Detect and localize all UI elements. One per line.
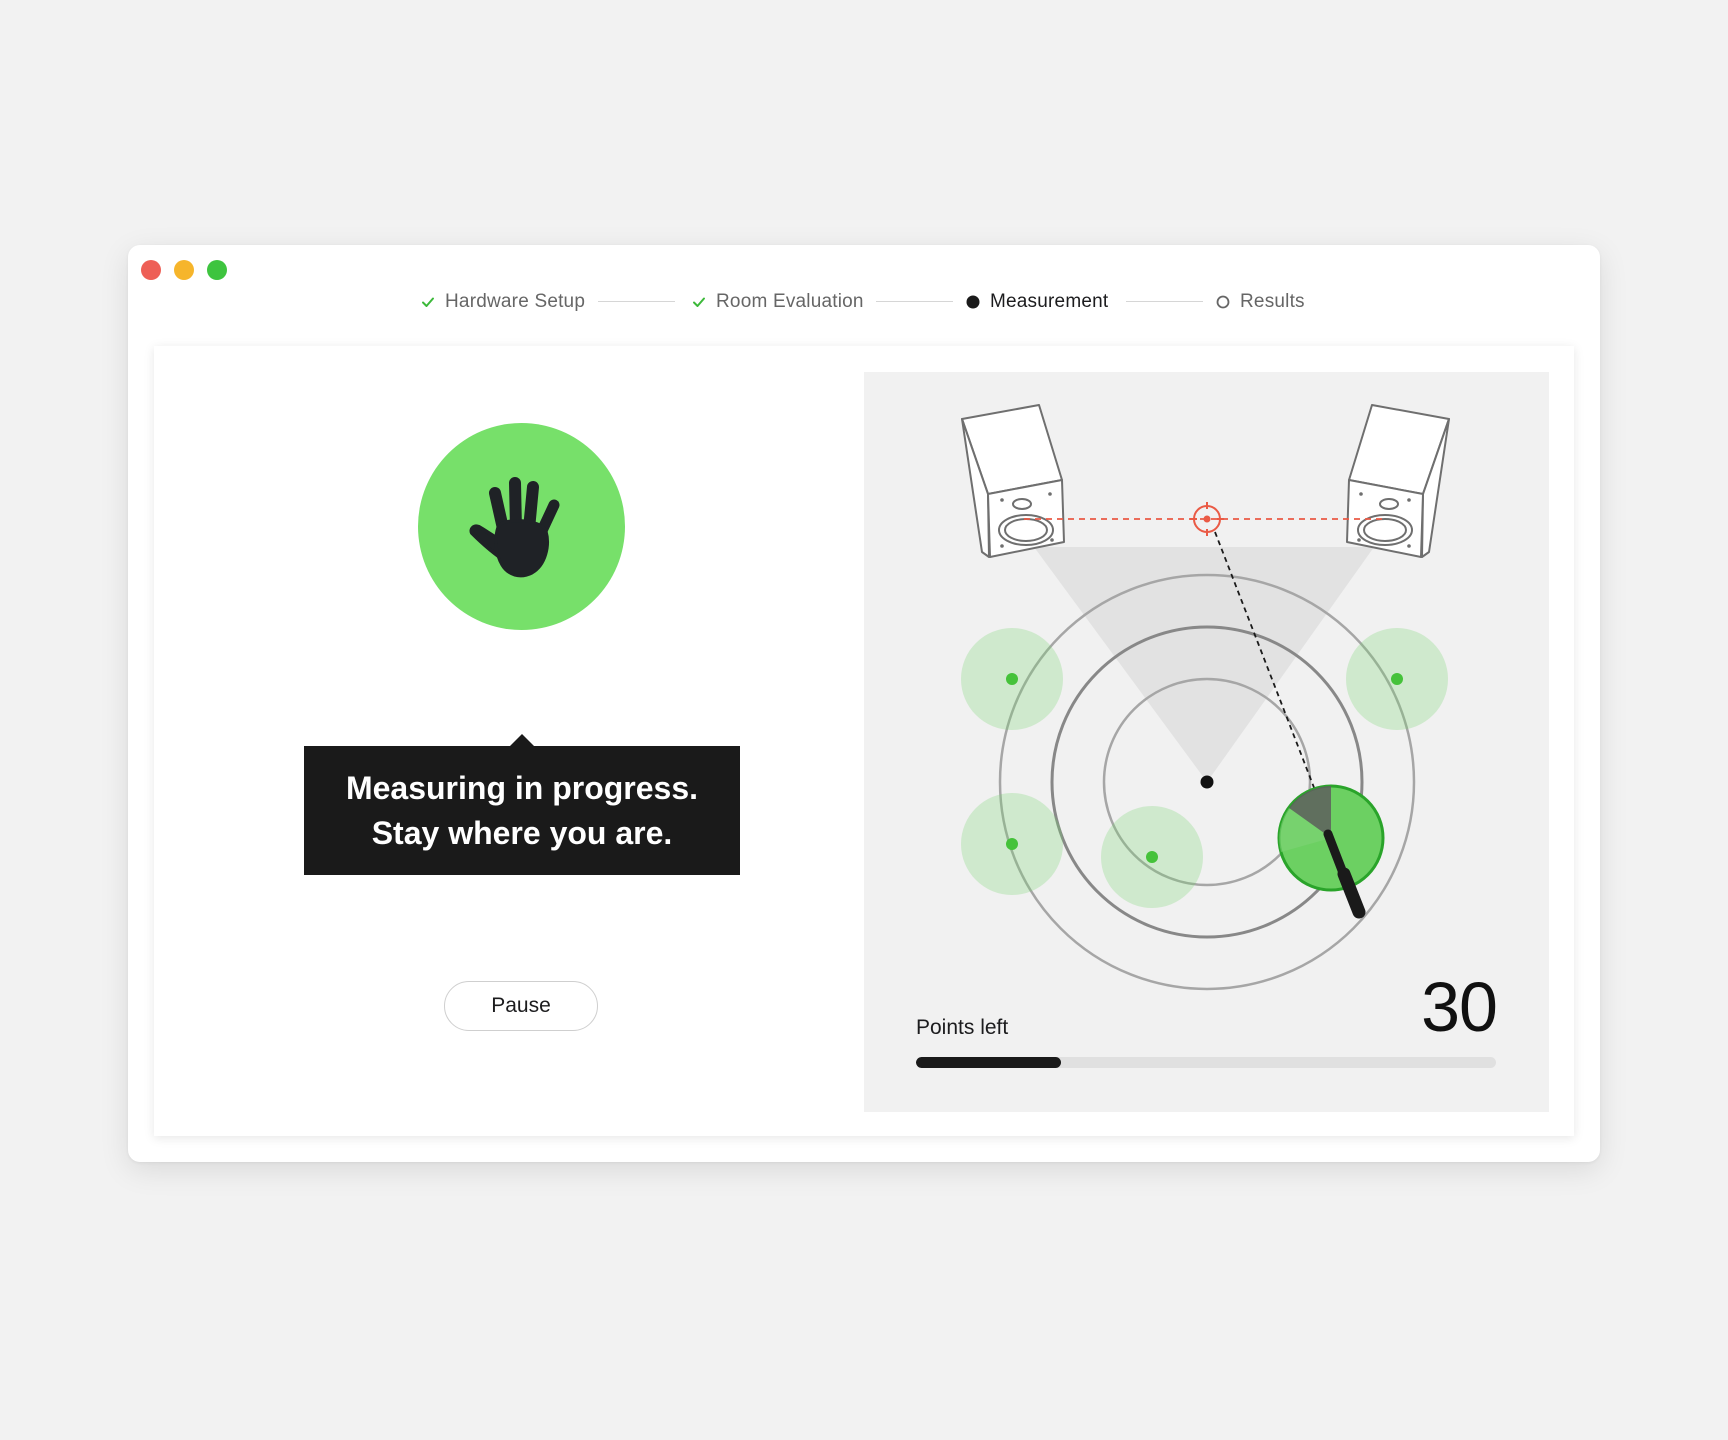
close-window-button[interactable] xyxy=(141,260,161,280)
measured-point-dot xyxy=(1006,673,1018,685)
status-message-line2: Stay where you are. xyxy=(371,814,673,851)
step-connector xyxy=(876,301,953,302)
measurement-progress-bar xyxy=(916,1057,1496,1068)
measurement-progress-fill xyxy=(916,1057,1061,1068)
zoom-window-button[interactable] xyxy=(207,260,227,280)
pause-button[interactable]: Pause xyxy=(444,981,598,1031)
step-measurement[interactable]: Measurement xyxy=(964,285,1108,319)
measurement-map: Points left 30 xyxy=(864,372,1549,1112)
progress-stepper: Hardware Setup Room Evaluation Measureme… xyxy=(128,285,1600,319)
step-label: Room Evaluation xyxy=(716,291,864,312)
main-content: Measuring in progress. Stay where you ar… xyxy=(154,346,1574,1136)
check-icon xyxy=(419,293,437,311)
step-room-evaluation[interactable]: Room Evaluation xyxy=(690,285,864,319)
listening-cone xyxy=(1034,547,1374,782)
app-window: Hardware Setup Room Evaluation Measureme… xyxy=(128,245,1600,1162)
filled-dot-icon xyxy=(964,293,982,311)
points-left-label: Points left xyxy=(916,1016,1009,1039)
check-icon xyxy=(690,293,708,311)
target-crosshair-icon xyxy=(1190,502,1224,536)
status-message-line1: Measuring in progress. xyxy=(345,769,699,806)
status-message: Measuring in progress. Stay where you ar… xyxy=(304,734,740,875)
measured-point-dot xyxy=(1391,673,1403,685)
empty-circle-icon xyxy=(1214,293,1232,311)
measured-point-dot xyxy=(1146,851,1158,863)
step-label: Hardware Setup xyxy=(445,291,586,312)
window-controls xyxy=(141,260,227,280)
speaker-left-icon xyxy=(961,404,1065,558)
measured-point-dot xyxy=(1006,838,1018,850)
points-left-count: 30 xyxy=(1421,968,1498,1046)
stop-hand-icon xyxy=(469,476,559,577)
step-connector xyxy=(598,301,675,302)
step-label: Results xyxy=(1240,291,1305,312)
listening-position-icon xyxy=(1200,775,1214,789)
speaker-right-icon xyxy=(1346,404,1450,558)
status-indicator xyxy=(418,423,625,630)
step-hardware-setup[interactable]: Hardware Setup xyxy=(419,285,585,319)
step-label: Measurement xyxy=(990,291,1109,312)
step-results[interactable]: Results xyxy=(1214,285,1305,319)
step-connector xyxy=(1126,301,1203,302)
minimize-window-button[interactable] xyxy=(174,260,194,280)
